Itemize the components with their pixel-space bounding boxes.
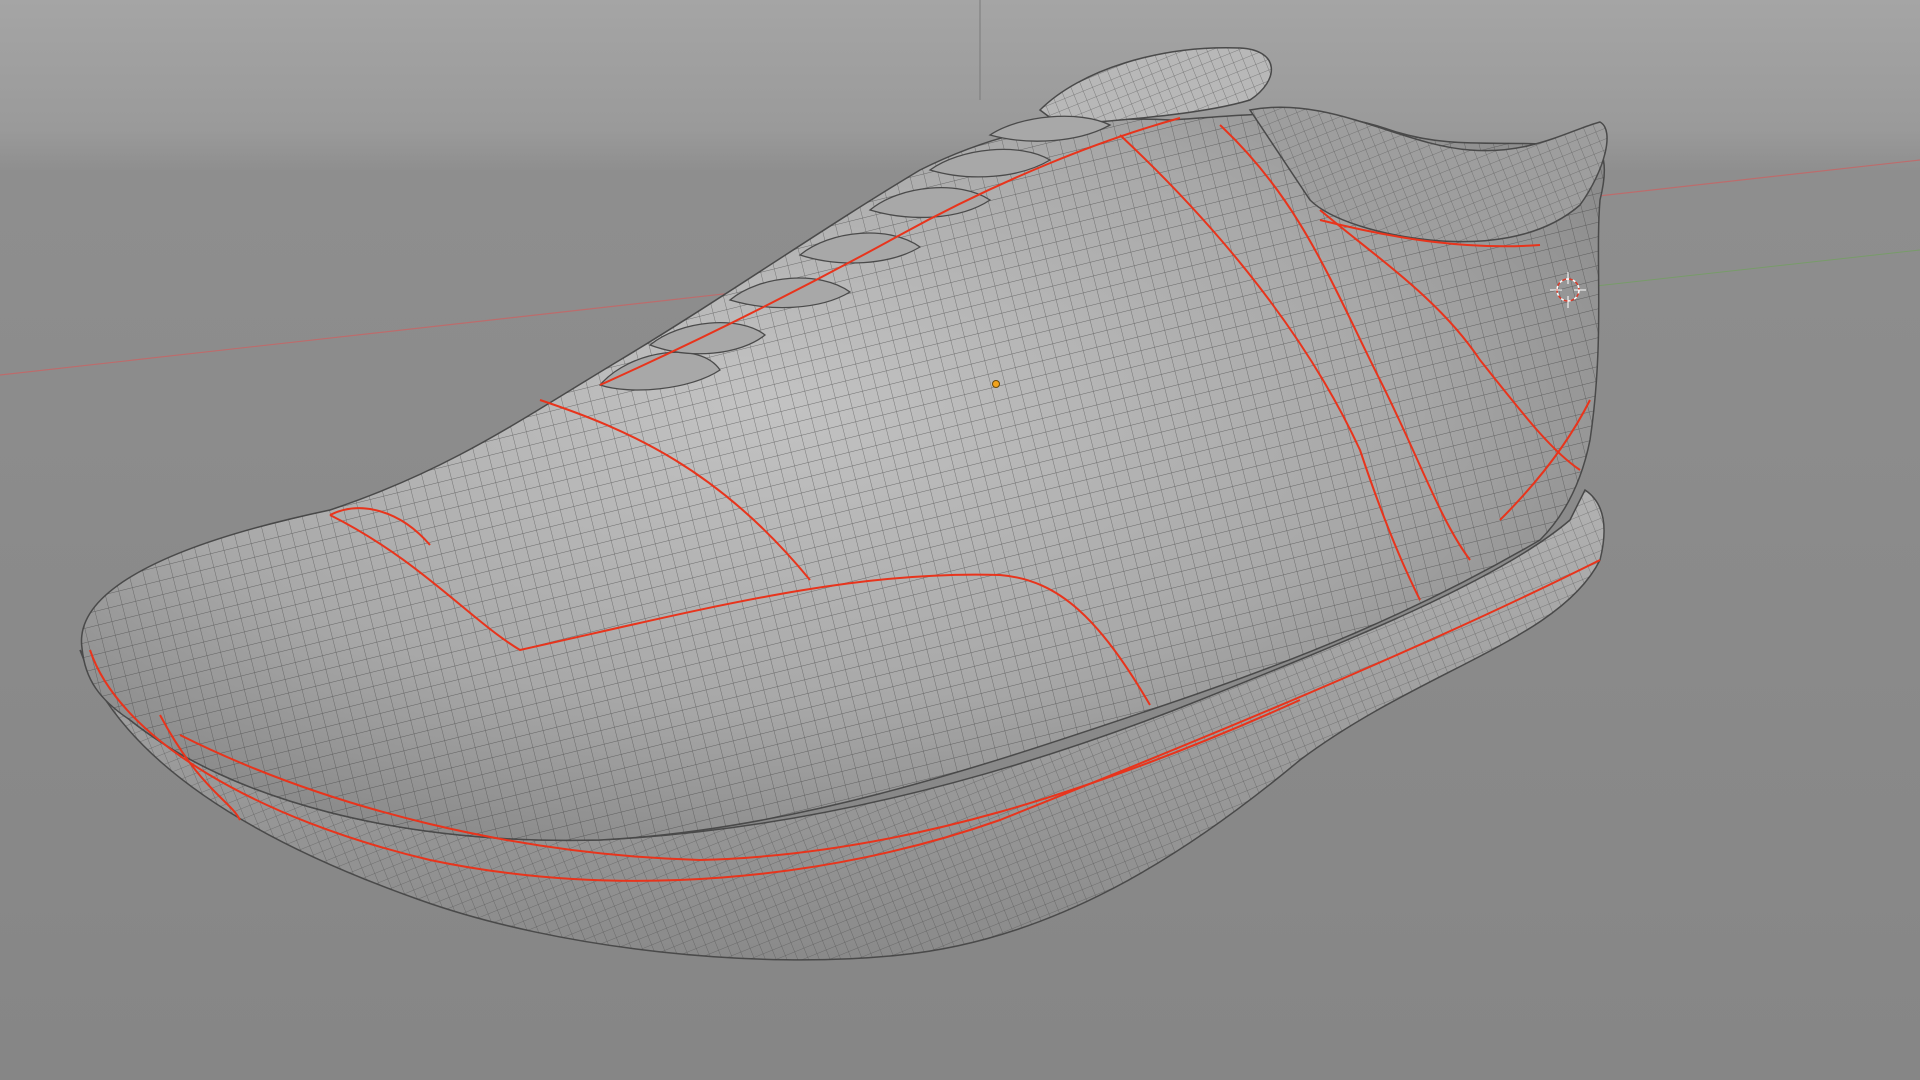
3d-viewport[interactable]	[0, 0, 1920, 1080]
object-origin-dot[interactable]	[992, 380, 1000, 388]
viewport-scene[interactable]	[0, 0, 1920, 1080]
